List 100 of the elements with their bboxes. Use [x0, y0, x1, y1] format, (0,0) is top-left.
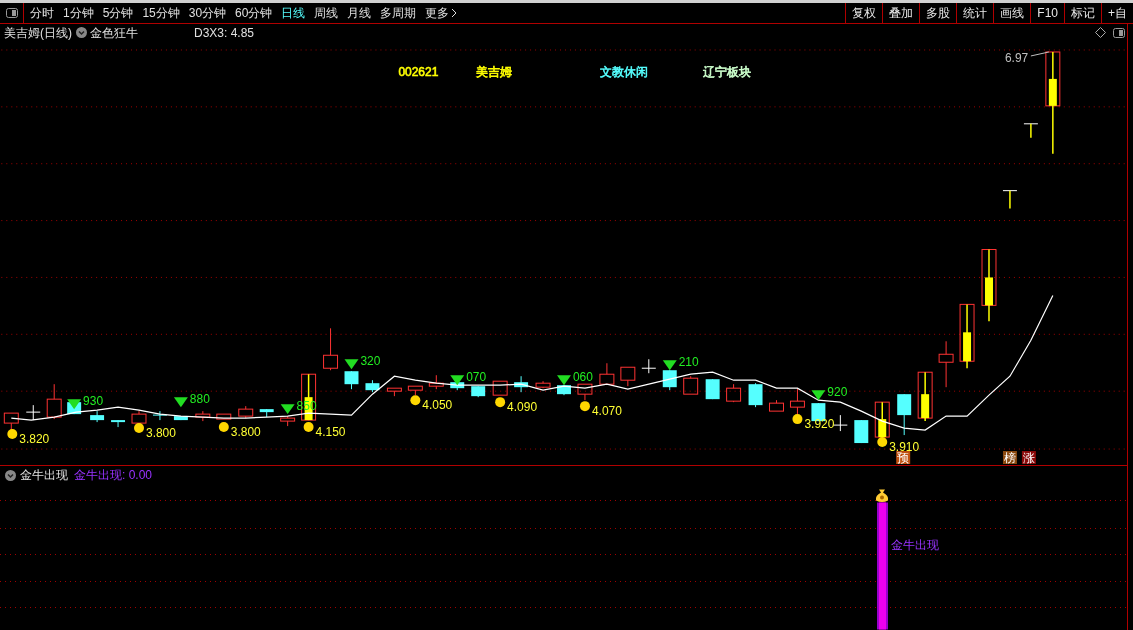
- dot-icon: [579, 401, 590, 412]
- stock-title: 美吉姆(日线): [4, 24, 72, 42]
- candlestick: [514, 375, 529, 393]
- candlestick: [216, 413, 232, 420]
- buy-mark-label: 3.920: [804, 417, 835, 432]
- panel-toggle-icon[interactable]: [1113, 27, 1125, 38]
- tool-button[interactable]: 画线: [993, 3, 1031, 23]
- stock-info-label: 辽宁板块: [702, 64, 751, 79]
- down-triangle-icon: [67, 399, 82, 410]
- sell-mark-label: 070: [466, 370, 487, 385]
- dot-icon: [218, 422, 229, 433]
- candlestick: [620, 366, 636, 387]
- candlestick: [365, 379, 380, 393]
- period-tab[interactable]: 15分钟: [142, 4, 180, 22]
- tool-button[interactable]: 统计: [956, 3, 994, 23]
- candlestick: [428, 374, 444, 390]
- tool-button[interactable]: 标记: [1064, 3, 1101, 23]
- diamond-icon[interactable]: [1095, 27, 1106, 38]
- down-triangle-icon: [344, 359, 359, 370]
- period-tab[interactable]: 周线: [314, 4, 339, 22]
- buy-mark-label: 3.800: [146, 426, 176, 441]
- dropdown-icon[interactable]: [5, 469, 16, 481]
- candlestick: [832, 414, 848, 432]
- candlestick: [492, 380, 508, 396]
- buy-mark-label: 4.070: [591, 404, 622, 419]
- candlestick: [386, 387, 402, 397]
- panel-toggle-icon[interactable]: [5, 8, 18, 18]
- candlestick: [1002, 189, 1018, 210]
- down-triangle-icon: [557, 375, 571, 386]
- candlestick: [557, 384, 571, 396]
- down-triangle-icon: [811, 390, 826, 401]
- candlestick: [471, 385, 486, 398]
- period-tab[interactable]: 日线: [281, 4, 306, 22]
- candlestick: [259, 408, 274, 418]
- candlestick: [407, 385, 423, 396]
- candlestick: [173, 415, 188, 421]
- period-tab[interactable]: 多周期: [380, 4, 417, 22]
- sell-mark-label: 060: [573, 370, 593, 385]
- candlestick: [599, 362, 615, 385]
- candlestick: [705, 378, 720, 400]
- period-tab[interactable]: 1分钟: [63, 4, 94, 22]
- candlestick: [897, 393, 912, 436]
- indicator-reading: D3X3: 4.85: [194, 24, 255, 42]
- candlestick: [938, 340, 954, 388]
- tool-button[interactable]: F10: [1030, 3, 1064, 23]
- money-bag-icon: [875, 489, 889, 502]
- candlestick: [280, 415, 296, 427]
- dot-icon: [792, 414, 803, 425]
- candlestick: [683, 375, 699, 395]
- buy-mark-label: 4.150: [315, 425, 346, 440]
- buy-mark-label: 4.050: [422, 398, 453, 413]
- candlestick: [748, 382, 763, 408]
- period-tab[interactable]: 30分钟: [188, 4, 227, 22]
- dropdown-icon[interactable]: [76, 27, 87, 38]
- candlestick: [344, 370, 359, 390]
- stock-info-label: 002621: [398, 64, 439, 79]
- dot-icon: [7, 429, 18, 440]
- tool-button[interactable]: 复权: [845, 3, 883, 23]
- dot-icon: [495, 397, 506, 408]
- candlestick: [195, 410, 211, 422]
- tool-button[interactable]: 多股: [919, 3, 957, 23]
- tag-badge: 涨: [1021, 451, 1036, 465]
- candlestick: [46, 383, 62, 420]
- tool-button[interactable]: 叠加: [882, 3, 920, 23]
- candlestick: [641, 358, 657, 374]
- candlestick: [238, 405, 254, 419]
- period-tab[interactable]: 60分钟: [235, 4, 273, 22]
- dot-icon: [303, 422, 314, 433]
- signal-label: 金牛出现: [891, 537, 939, 552]
- down-triangle-icon: [662, 360, 677, 371]
- more-button[interactable]: 更多: [425, 4, 458, 22]
- candlestick: [662, 369, 677, 391]
- dot-icon: [877, 437, 888, 448]
- down-triangle-icon: [280, 404, 295, 415]
- period-tab[interactable]: 分时: [30, 4, 54, 22]
- dot-icon: [410, 395, 421, 406]
- candlestick: [917, 371, 933, 422]
- chevron-right-icon: [451, 8, 458, 18]
- period-tab[interactable]: 5分钟: [102, 4, 134, 22]
- candlestick: [854, 419, 869, 444]
- stock-info-label: 文教休闲: [599, 64, 648, 79]
- candlestick: [769, 399, 784, 412]
- period-tab[interactable]: 月线: [347, 4, 372, 22]
- candlestick: [90, 410, 105, 423]
- candlestick: [323, 327, 339, 371]
- candlestick: [25, 404, 41, 421]
- candlestick: [111, 419, 126, 428]
- sell-mark-label: 850: [296, 399, 317, 414]
- down-triangle-icon: [173, 397, 188, 408]
- candlestick: [726, 383, 742, 403]
- sell-mark-label: 210: [678, 355, 699, 370]
- sell-mark-label: 320: [360, 354, 381, 369]
- sell-mark-label: 880: [189, 392, 210, 407]
- sell-mark-label: 920: [827, 385, 848, 400]
- tool-button[interactable]: +自: [1101, 3, 1133, 23]
- tag-badge: 预: [896, 451, 911, 465]
- sell-mark-label: 930: [83, 394, 104, 409]
- indicator-name: 金色狂牛: [90, 24, 138, 42]
- indicator-value: 金牛出现: 0.00: [74, 467, 153, 484]
- candlestick: [535, 380, 551, 389]
